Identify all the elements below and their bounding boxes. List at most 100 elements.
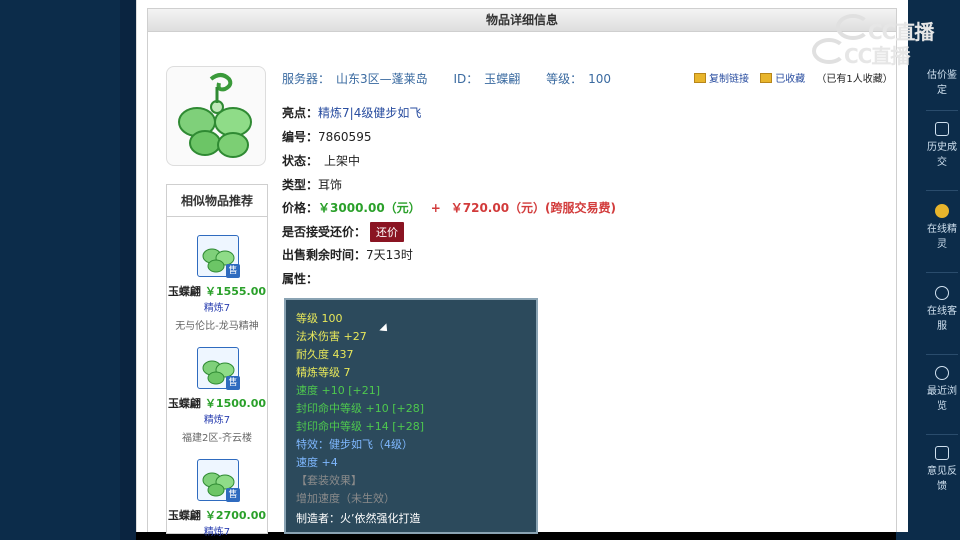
favorite-count: （已有1人收藏）	[816, 74, 893, 85]
similar-item-name: 玉蝶翩	[167, 397, 201, 410]
attr-line: 制造者：火’依然强化打造	[296, 512, 421, 525]
copy-link-button[interactable]: 复制链接	[694, 70, 749, 85]
attr-line: 速度 +10 [+21]	[296, 384, 381, 397]
attr-line: 封印命中等级 +10 [+28]	[296, 402, 425, 415]
number-row: 编号：7860595	[282, 128, 371, 145]
history-label: 历史成交	[927, 142, 957, 168]
watermark-text-b: CC直播	[844, 44, 910, 68]
highlight-row: 亮点：精炼7|4级健步如飞	[282, 104, 421, 121]
attributes-label: 属性：	[282, 272, 319, 286]
bargain-button[interactable]: 还价	[370, 222, 405, 242]
cross-server-fee: ￥720.00（元）(跨服交易费)	[450, 201, 617, 215]
id-label: ID：	[453, 72, 479, 86]
edit-icon	[935, 446, 949, 460]
clock-icon	[935, 366, 949, 380]
attr-line: 精炼等级 7	[296, 366, 351, 379]
on-sale-tag: 售	[226, 264, 240, 278]
price-row: 价格：￥3000.00（元） + ￥720.00（元）(跨服交易费)	[282, 199, 616, 216]
attr-line: 【套装效果】	[296, 474, 362, 487]
id-value: 玉蝶翩	[484, 72, 521, 86]
level-value: 100	[588, 72, 612, 86]
similar-items-title: 相似物品推荐	[167, 185, 267, 217]
feedback-label: 意见反馈	[927, 466, 957, 492]
similar-item-title: 玉蝶翩 ￥1500.00	[167, 395, 267, 411]
history-tool[interactable]: 历史成交	[924, 122, 960, 168]
similar-item-price: ￥1500.00	[204, 397, 267, 410]
toolbar-divider	[926, 434, 958, 435]
remaining-label: 出售剩余时间：	[282, 248, 367, 262]
similar-item-refine: 精炼7	[203, 527, 231, 538]
price-plus: +	[430, 201, 441, 215]
appraise-tool[interactable]: 估价鉴定	[924, 66, 960, 96]
favorite-icon	[760, 73, 773, 83]
similar-item-name: 玉蝶翩	[167, 509, 201, 522]
item-summary-line: 服务器： 山东3区—蓬莱岛 ID： 玉蝶翩 等级： 100	[282, 70, 617, 86]
item-actions: 复制链接 已收藏 （已有1人收藏）	[694, 70, 893, 85]
attr-line: 法术伤害 +27	[296, 330, 367, 343]
similar-item-refine: 精炼7	[203, 415, 231, 426]
copy-link-label: 复制链接	[709, 74, 749, 85]
cc-logo-icon	[812, 38, 846, 64]
number-value: 7860595	[318, 130, 372, 144]
type-row: 类型：耳饰	[282, 176, 342, 193]
sprite-icon	[935, 204, 949, 218]
remaining-row: 出售剩余时间：7天13时	[282, 246, 413, 263]
attr-line: 速度 +4	[296, 456, 338, 469]
support-label: 在线客服	[927, 306, 957, 332]
page-background-strip	[120, 0, 136, 540]
similar-item-thumb[interactable]: 售	[197, 347, 240, 390]
item-image	[166, 66, 266, 166]
level-label: 等级：	[546, 72, 583, 86]
attr-line: 耐久度 437	[296, 348, 354, 361]
status-value: 上架中	[324, 154, 361, 168]
similar-item-refine: 精炼7	[203, 303, 231, 314]
bargain-label: 是否接受还价：	[282, 225, 367, 239]
right-toolbar: 估价鉴定 历史成交 在线精灵 在线客服 最近浏览 意见反馈	[924, 60, 960, 540]
type-label: 类型：	[282, 178, 319, 192]
attr-line: 封印命中等级 +14 [+28]	[296, 420, 425, 433]
highlight-value: 精炼7|4级健步如飞	[318, 106, 422, 120]
similar-items-panel: 相似物品推荐 售 玉蝶翩 ￥1555.00 精炼7 无与伦比-龙马精神 售 玉蝶翩…	[166, 184, 268, 538]
jade-earring-icon	[178, 73, 252, 158]
toolbar-divider	[926, 272, 958, 273]
on-sale-tag: 售	[226, 488, 240, 502]
attr-line: 特效：健步如飞（4级）	[296, 438, 413, 451]
server-label: 服务器：	[282, 72, 331, 86]
favorite-button[interactable]: 已收藏	[760, 70, 805, 85]
history-icon	[935, 122, 949, 136]
support-tool[interactable]: 在线客服	[924, 286, 960, 332]
attr-line: 增加速度（未生效）	[296, 492, 395, 505]
price-label: 价格：	[282, 201, 319, 215]
similar-item-title: 玉蝶翩 ￥2700.00	[167, 507, 267, 523]
similar-item-thumb[interactable]: 售	[197, 235, 240, 278]
appraise-label: 估价鉴定	[927, 70, 957, 96]
headset-icon	[935, 286, 949, 300]
similar-item-price: ￥2700.00	[204, 509, 267, 522]
attr-line: 等级 100	[296, 312, 343, 325]
remaining-value: 7天13时	[366, 248, 413, 262]
toolbar-divider	[926, 190, 958, 191]
toolbar-divider	[926, 354, 958, 355]
status-row: 状态： 上架中	[282, 152, 360, 169]
copy-link-icon	[694, 73, 706, 83]
sprite-tool[interactable]: 在线精灵	[924, 204, 960, 250]
status-label: 状态：	[282, 154, 319, 168]
cc-logo-icon	[836, 14, 870, 40]
feedback-tool[interactable]: 意见反馈	[924, 446, 960, 492]
panel-title: 物品详细信息	[147, 8, 897, 32]
recent-tool[interactable]: 最近浏览	[924, 366, 960, 412]
server-value: 山东3区—蓬莱岛	[336, 72, 428, 86]
attributes-row: 属性：	[282, 270, 318, 287]
price-value: ￥3000.00（元）	[318, 201, 421, 215]
similar-item-title: 玉蝶翩 ￥1555.00	[167, 283, 267, 299]
attributes-box: 等级 100 法术伤害 +27 耐久度 437 精炼等级 7 速度 +10 [+…	[284, 298, 538, 534]
on-sale-tag: 售	[226, 376, 240, 390]
page-background-left	[0, 0, 120, 540]
similar-item-thumb[interactable]: 售	[197, 459, 240, 502]
similar-item-server: 福建2区-齐云楼	[182, 433, 252, 444]
number-label: 编号：	[282, 130, 319, 144]
similar-item-server: 无与伦比-龙马精神	[175, 321, 259, 332]
bargain-row: 是否接受还价： 还价	[282, 222, 405, 242]
recent-label: 最近浏览	[927, 386, 957, 412]
similar-item-name: 玉蝶翩	[167, 285, 201, 298]
